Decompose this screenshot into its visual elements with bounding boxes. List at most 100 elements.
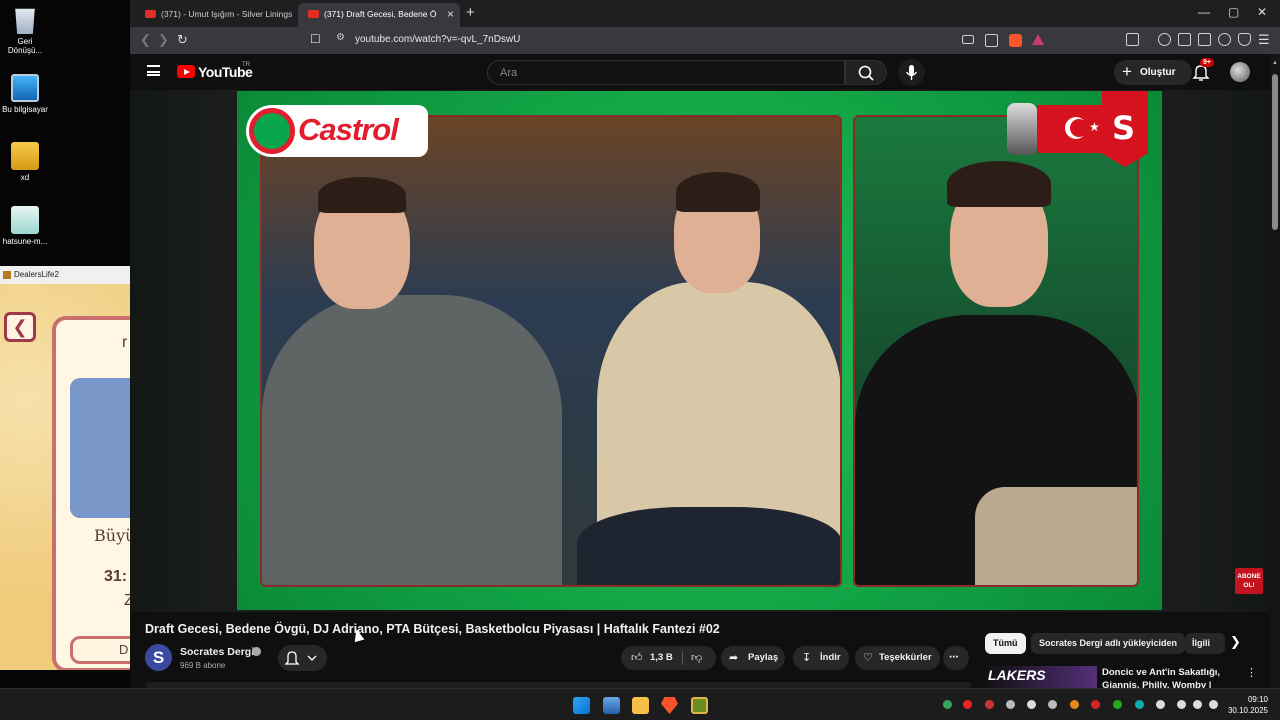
microphone-tray-icon[interactable] — [1156, 700, 1165, 709]
maximize-button[interactable]: ▢ — [1228, 5, 1239, 19]
cast-icon[interactable] — [962, 35, 974, 44]
hamburger-menu-icon[interactable] — [147, 65, 160, 76]
new-tab-button[interactable]: + — [466, 4, 475, 21]
file-explorer-icon[interactable] — [632, 697, 649, 714]
tray-icon[interactable] — [1113, 700, 1122, 709]
dealerslife-titlebar[interactable]: DealersLife2 — [0, 266, 130, 284]
download-button[interactable]: ↧ İndir — [793, 646, 849, 670]
chip-all[interactable]: Tümü — [985, 633, 1026, 654]
verified-icon — [252, 647, 261, 656]
thanks-button[interactable]: ♡ Teşekkürler — [855, 646, 940, 670]
tray-icon[interactable] — [1091, 700, 1100, 709]
brave-shields-icon[interactable] — [1009, 34, 1022, 47]
url-text[interactable]: youtube.com/watch?v=-qvL_7nDswU — [355, 34, 520, 45]
thanks-icon: ♡ — [863, 652, 873, 664]
castrol-wordmark: Castrol — [298, 112, 399, 147]
tray-icon[interactable] — [943, 700, 952, 709]
dealerslife-icon[interactable] — [691, 697, 708, 714]
video-frame[interactable]: Castrol ★ S — [237, 91, 1162, 610]
tab-close-icon[interactable]: × — [447, 3, 454, 25]
video-player[interactable]: Castrol ★ S ABONE OL! — [130, 90, 1270, 612]
tab-umut-isigim[interactable]: (371) - Umut Işığım - Silver Linings Pl — [135, 3, 295, 27]
vpn-icon[interactable] — [1238, 33, 1251, 46]
system-clock[interactable]: 09:10 30.10.2025 — [1226, 694, 1268, 716]
tray-icon[interactable] — [1070, 700, 1079, 709]
thumbnail-text: LAKERS — [988, 667, 1046, 683]
subscribe-sticker[interactable]: ABONE OL! — [1235, 568, 1263, 594]
back-icon[interactable]: ❮ — [140, 32, 151, 48]
account-avatar[interactable] — [1230, 62, 1250, 82]
sidebar-icon[interactable] — [1178, 33, 1191, 46]
tray-icon[interactable] — [1048, 700, 1057, 709]
close-window-button[interactable]: ✕ — [1257, 5, 1267, 19]
dealerslife-window[interactable]: DealersLife2 ❮ r Büyü 31: Z D — [0, 266, 130, 670]
scroll-up-arrow-icon[interactable]: ▲ — [1272, 60, 1278, 66]
chevron-right-icon[interactable]: ❯ — [1230, 634, 1241, 650]
desktop-icon-recycle-bin[interactable]: Geri Dönüşü... — [0, 6, 50, 55]
site-info-icon[interactable]: ⚙ — [336, 32, 345, 43]
screenshot-icon[interactable] — [1126, 33, 1139, 46]
thumbs-down-icon[interactable]: 👎︎ — [691, 646, 702, 670]
share-button[interactable]: ➦ Paylaş — [721, 646, 785, 670]
desktop-icon-hatsune[interactable]: hatsune-m... — [0, 206, 50, 246]
brave-rewards-icon[interactable] — [1032, 34, 1044, 45]
voice-search-button[interactable] — [898, 59, 925, 86]
youtube-logo-icon[interactable] — [177, 65, 195, 78]
microphone-icon — [905, 65, 918, 80]
address-bar[interactable]: ⚙ youtube.com/watch?v=-qvL_7nDswU — [308, 30, 1048, 51]
tray-icon[interactable] — [1135, 700, 1144, 709]
chip-related[interactable]: İlgili — [1185, 633, 1225, 654]
tray-icon[interactable] — [1027, 700, 1036, 709]
search-input[interactable]: Ara — [487, 60, 845, 85]
youtube-favicon-icon — [308, 10, 319, 18]
desktop-icon-this-pc[interactable]: Bu bilgisayar — [0, 74, 50, 114]
dealerslife-action-button[interactable]: D — [70, 636, 130, 664]
start-icon[interactable] — [573, 697, 590, 714]
reload-icon[interactable]: ↻ — [177, 32, 188, 48]
wallet-icon[interactable] — [1198, 33, 1211, 46]
desktop-icon-xd-folder[interactable]: xd — [0, 142, 50, 182]
like-count[interactable]: 1,3 B — [650, 646, 673, 670]
more-vert-icon[interactable]: ⋮ — [1246, 666, 1257, 679]
chip-from-uploader[interactable]: Socrates Dergi adlı yükleyiciden — [1031, 633, 1186, 654]
tab-bar: (371) - Umut Işığım - Silver Linings Pl … — [130, 0, 1280, 27]
hair — [676, 172, 760, 212]
forward-icon[interactable]: ❯ — [158, 32, 169, 48]
menu-icon[interactable]: ☰ — [1258, 32, 1270, 48]
youtube-favicon-icon — [145, 10, 156, 18]
tab-draft-gecesi[interactable]: (371) Draft Gecesi, Bedene Ö × — [298, 3, 460, 27]
tray-icon[interactable] — [985, 700, 994, 709]
brave-icon[interactable] — [661, 697, 678, 714]
media-icon[interactable] — [1158, 33, 1171, 46]
volume-icon[interactable] — [1193, 700, 1202, 709]
steam-icon[interactable] — [1006, 700, 1015, 709]
share-icon[interactable] — [985, 34, 998, 47]
thumbs-up-icon[interactable]: 👍︎ — [631, 646, 643, 670]
recommendation-title[interactable]: Doncic ve Ant'in Sakatlığı, Giannis, Phi… — [1102, 666, 1242, 688]
tab-label: (371) - Umut Işığım - Silver Linings Pl — [161, 9, 295, 19]
notifications-badge: 9+ — [1200, 58, 1214, 67]
star-icon: ★ — [1089, 120, 1100, 134]
more-actions-button[interactable]: ⋯ — [943, 646, 969, 670]
dealerslife-game-area[interactable]: ❮ r Büyü 31: Z D — [0, 284, 130, 670]
scrollbar-thumb[interactable] — [1272, 74, 1278, 230]
ataturk-portrait — [1007, 103, 1037, 155]
channel-avatar[interactable]: S — [145, 644, 172, 671]
leo-ai-icon[interactable] — [1218, 33, 1231, 46]
network-icon[interactable] — [1177, 700, 1186, 709]
recommendation-thumbnail[interactable]: LAKERS — [985, 666, 1097, 688]
turkish-flag-icon: ★ — [1037, 105, 1107, 153]
back-arrow-button[interactable]: ❮ — [4, 312, 36, 342]
more-icon: ⋯ — [949, 652, 959, 663]
channel-name[interactable]: Socrates Dergi — [180, 646, 254, 658]
tray-icon[interactable] — [963, 700, 972, 709]
photos-icon[interactable] — [603, 697, 620, 714]
desktop-icon-label: xd — [20, 173, 30, 182]
create-button[interactable]: + Oluştur — [1114, 60, 1192, 85]
minimize-button[interactable]: — — [1198, 5, 1210, 19]
page-scrollbar[interactable]: ▲ — [1270, 54, 1280, 688]
battery-icon[interactable] — [1209, 700, 1218, 709]
subscriber-count: 969 B abone — [180, 661, 226, 670]
subscription-bell-button[interactable] — [278, 645, 327, 671]
search-button[interactable] — [845, 60, 887, 85]
